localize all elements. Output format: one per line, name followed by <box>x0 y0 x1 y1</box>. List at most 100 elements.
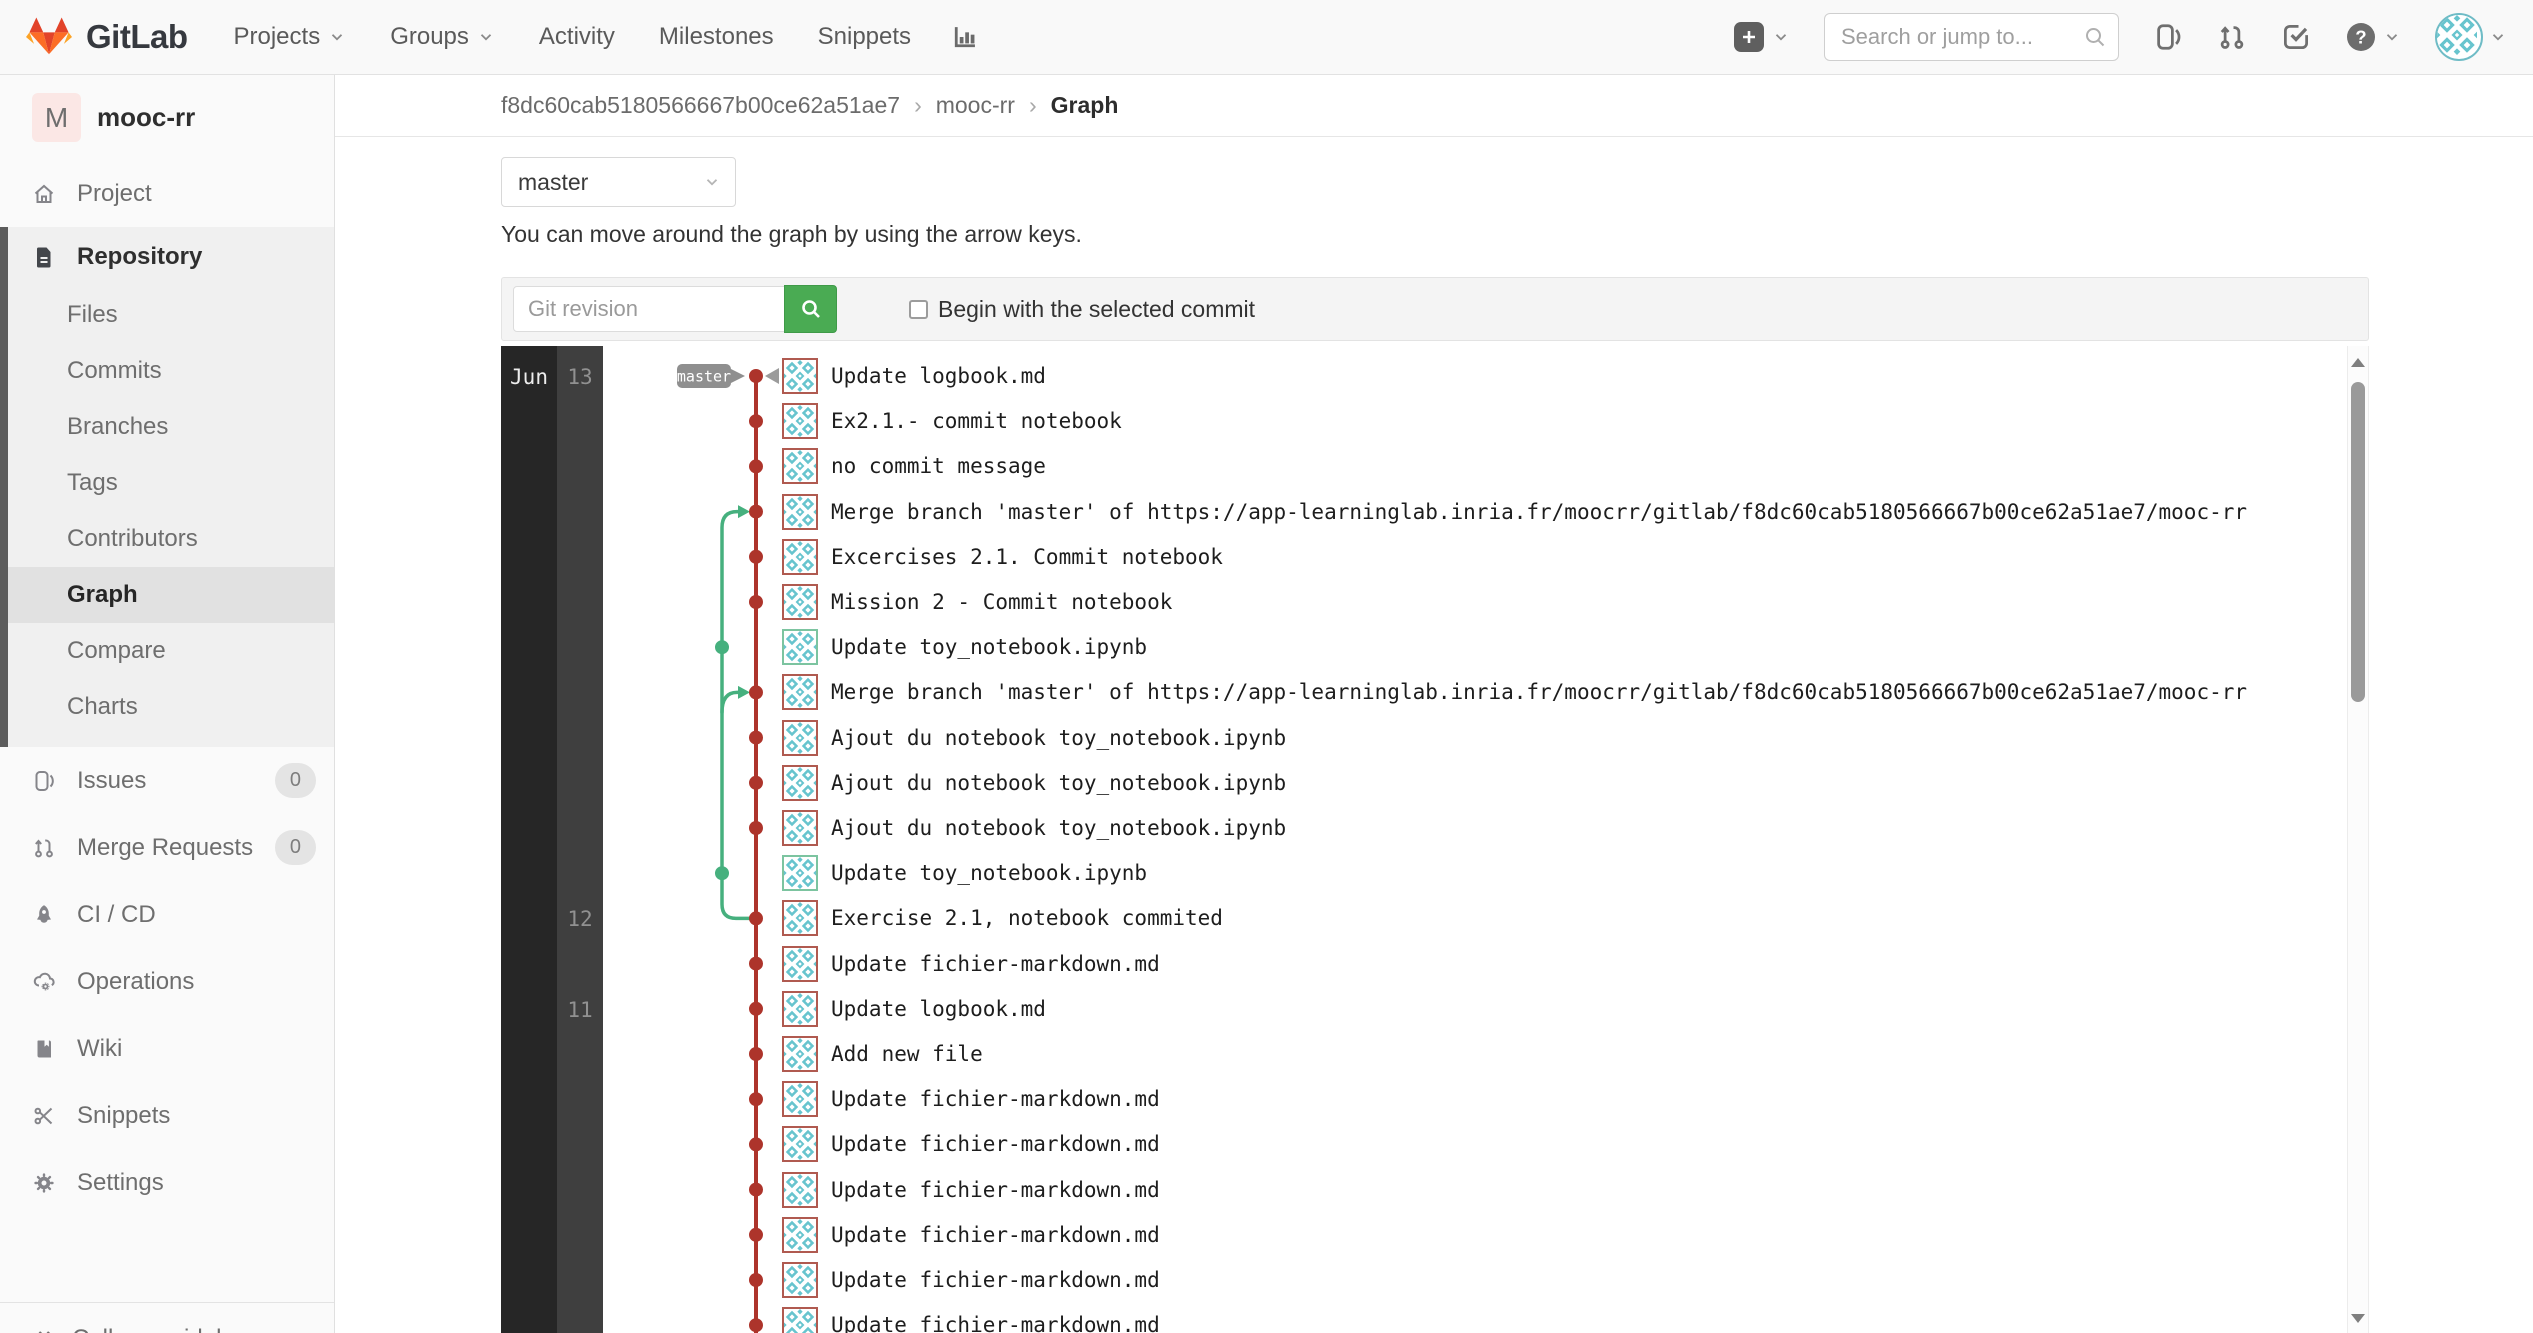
commit-author-avatar[interactable] <box>782 1126 818 1162</box>
branch-selector[interactable]: master <box>501 157 736 207</box>
commit-author-avatar[interactable] <box>782 1081 818 1117</box>
commit-dot[interactable] <box>749 776 763 790</box>
navbar-menu-activity[interactable]: Activity <box>539 23 615 51</box>
commit-message[interactable]: Update fichier-markdown.md <box>831 1178 1160 1202</box>
commit-dot[interactable] <box>749 595 763 609</box>
commit-dot[interactable] <box>749 957 763 971</box>
help-menu-button[interactable]: ? <box>2345 21 2401 53</box>
commit-dot[interactable] <box>749 1047 763 1061</box>
navbar-menu-snippets[interactable]: Snippets <box>818 23 911 51</box>
commit-message[interactable]: Ajout du notebook toy_notebook.ipynb <box>831 771 1286 795</box>
commit-author-avatar[interactable] <box>782 539 818 575</box>
commit-author-avatar[interactable] <box>782 494 818 530</box>
sidebar-item-snippets[interactable]: Snippets <box>0 1082 334 1149</box>
breadcrumb-link[interactable]: f8dc60cab5180566667b00ce62a51ae7 <box>501 92 900 119</box>
commit-dot[interactable] <box>749 1228 763 1242</box>
sidebar-item-graph[interactable]: Graph <box>8 567 334 623</box>
user-menu-button[interactable] <box>2435 13 2507 61</box>
scroll-down-arrow[interactable] <box>2351 1314 2365 1323</box>
sidebar-item-commits[interactable]: Commits <box>8 343 334 399</box>
commit-dot[interactable] <box>749 414 763 428</box>
commit-message[interactable]: Update fichier-markdown.md <box>831 1087 1160 1111</box>
commit-dot[interactable] <box>749 821 763 835</box>
commit-dot[interactable] <box>749 1002 763 1016</box>
sidebar-item-charts[interactable]: Charts <box>8 679 334 735</box>
commit-dot[interactable] <box>749 685 763 699</box>
issues-dashboard-button[interactable] <box>2153 22 2183 52</box>
commit-dot[interactable] <box>749 369 763 383</box>
sidebar-item-tags[interactable]: Tags <box>8 455 334 511</box>
commit-message[interactable]: Exercise 2.1, notebook commited <box>831 906 1223 930</box>
commit-message[interactable]: Update logbook.md <box>831 997 1046 1021</box>
commit-author-avatar[interactable] <box>782 403 818 439</box>
sidebar-item-operations[interactable]: Operations <box>0 948 334 1015</box>
commit-author-avatar[interactable] <box>782 810 818 846</box>
commit-message[interactable]: Update toy_notebook.ipynb <box>831 861 1147 885</box>
commit-message[interactable]: Ajout du notebook toy_notebook.ipynb <box>831 816 1286 840</box>
commit-author-avatar[interactable] <box>782 855 818 891</box>
commit-dot[interactable] <box>749 911 763 925</box>
begin-with-commit-checkbox[interactable] <box>909 300 928 319</box>
navbar-menu-milestones[interactable]: Milestones <box>659 23 774 51</box>
commit-author-avatar[interactable] <box>782 946 818 982</box>
todos-button[interactable] <box>2281 22 2311 52</box>
commit-message[interactable]: Update fichier-markdown.md <box>831 1313 1160 1333</box>
breadcrumb-link[interactable]: mooc-rr <box>936 92 1015 119</box>
new-menu-button[interactable] <box>1734 22 1790 52</box>
sidebar-item-repository[interactable]: Repository <box>8 227 334 287</box>
merge-requests-dashboard-button[interactable] <box>2217 22 2247 52</box>
commit-message[interactable]: Merge branch 'master' of https://app-lea… <box>831 500 2247 524</box>
commit-author-avatar[interactable] <box>782 448 818 484</box>
charts-icon[interactable] <box>951 23 979 51</box>
commit-dot[interactable] <box>749 505 763 519</box>
commit-author-avatar[interactable] <box>782 1262 818 1298</box>
commit-author-avatar[interactable] <box>782 720 818 756</box>
commit-dot[interactable] <box>749 731 763 745</box>
sidebar-item-project[interactable]: Project <box>0 160 334 227</box>
sidebar-item-merge-requests[interactable]: Merge Requests0 <box>0 814 334 881</box>
commit-message[interactable]: Update fichier-markdown.md <box>831 1223 1160 1247</box>
sidebar-item-issues[interactable]: Issues0 <box>0 747 334 814</box>
scroll-up-arrow[interactable] <box>2351 358 2365 367</box>
commit-dot[interactable] <box>749 1318 763 1332</box>
commit-message[interactable]: Update fichier-markdown.md <box>831 1132 1160 1156</box>
sidebar-item-branches[interactable]: Branches <box>8 399 334 455</box>
scrollbar-thumb[interactable] <box>2351 382 2365 702</box>
commit-author-avatar[interactable] <box>782 1307 818 1333</box>
commit-message[interactable]: Update fichier-markdown.md <box>831 1268 1160 1292</box>
sidebar-item-ci-cd[interactable]: CI / CD <box>0 881 334 948</box>
commit-author-avatar[interactable] <box>782 991 818 1027</box>
navbar-menu-groups[interactable]: Groups <box>390 23 495 51</box>
revision-search-button[interactable] <box>784 285 837 333</box>
commit-message[interactable]: Add new file <box>831 1042 983 1066</box>
commit-author-avatar[interactable] <box>782 358 818 394</box>
commit-author-avatar[interactable] <box>782 1172 818 1208</box>
commit-dot[interactable] <box>715 640 729 654</box>
global-search-input[interactable] <box>1824 13 2119 61</box>
commit-message[interactable]: Update fichier-markdown.md <box>831 952 1160 976</box>
commit-author-avatar[interactable] <box>782 765 818 801</box>
commit-message[interactable]: Ajout du notebook toy_notebook.ipynb <box>831 726 1286 750</box>
sidebar-item-wiki[interactable]: Wiki <box>0 1015 334 1082</box>
commit-message[interactable]: no commit message <box>831 454 1046 478</box>
navbar-menu-projects[interactable]: Projects <box>234 23 347 51</box>
commit-dot[interactable] <box>749 550 763 564</box>
sidebar-item-contributors[interactable]: Contributors <box>8 511 334 567</box>
gitlab-home-link[interactable]: GitLab <box>26 15 188 59</box>
commit-message[interactable]: Merge branch 'master' of https://app-lea… <box>831 680 2247 704</box>
commit-author-avatar[interactable] <box>782 1217 818 1253</box>
collapse-sidebar-button[interactable]: Collapse sidebar <box>0 1303 334 1333</box>
commit-author-avatar[interactable] <box>782 1036 818 1072</box>
commit-dot[interactable] <box>749 1183 763 1197</box>
git-revision-input[interactable] <box>513 286 785 332</box>
sidebar-item-files[interactable]: Files <box>8 287 334 343</box>
branch-ref-tag-master[interactable]: master <box>677 364 745 388</box>
commit-dot[interactable] <box>749 1273 763 1287</box>
sidebar-item-compare[interactable]: Compare <box>8 623 334 679</box>
commit-dot[interactable] <box>749 1137 763 1151</box>
commit-author-avatar[interactable] <box>782 900 818 936</box>
commit-message[interactable]: Ex2.1.- commit notebook <box>831 409 1122 433</box>
commit-author-avatar[interactable] <box>782 674 818 710</box>
commit-author-avatar[interactable] <box>782 584 818 620</box>
begin-with-commit-label[interactable]: Begin with the selected commit <box>938 296 1255 323</box>
